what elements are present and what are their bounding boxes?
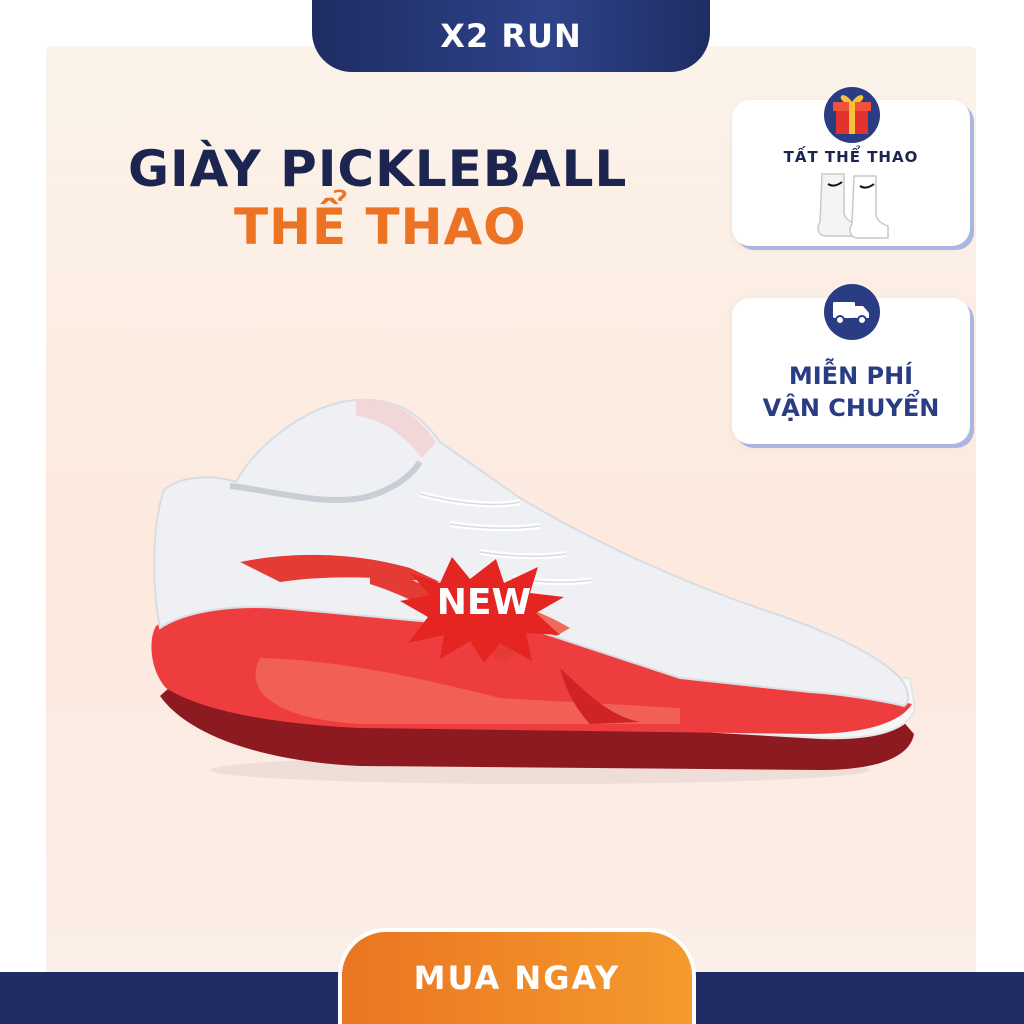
footer-bar-right [692, 972, 1024, 1024]
delivery-truck-icon [824, 284, 880, 340]
socks-icon [817, 173, 889, 239]
footer-bar-left [0, 972, 346, 1024]
brand-tab: X2 RUN [312, 0, 710, 72]
buy-now-label: MUA NGAY [413, 959, 621, 997]
new-badge-text: NEW [436, 582, 532, 623]
brand-name: X2 RUN [440, 17, 582, 55]
buy-now-button[interactable]: MUA NGAY [342, 932, 692, 1024]
gift-socks-card: TẤT THỂ THAO [732, 87, 970, 246]
headline-line-1: GIÀY PICKLEBALL [128, 140, 628, 198]
gift-label: TẤT THỂ THAO [783, 148, 919, 166]
headline-line-2: THỂ THAO [234, 198, 527, 256]
gift-icon [824, 87, 880, 143]
